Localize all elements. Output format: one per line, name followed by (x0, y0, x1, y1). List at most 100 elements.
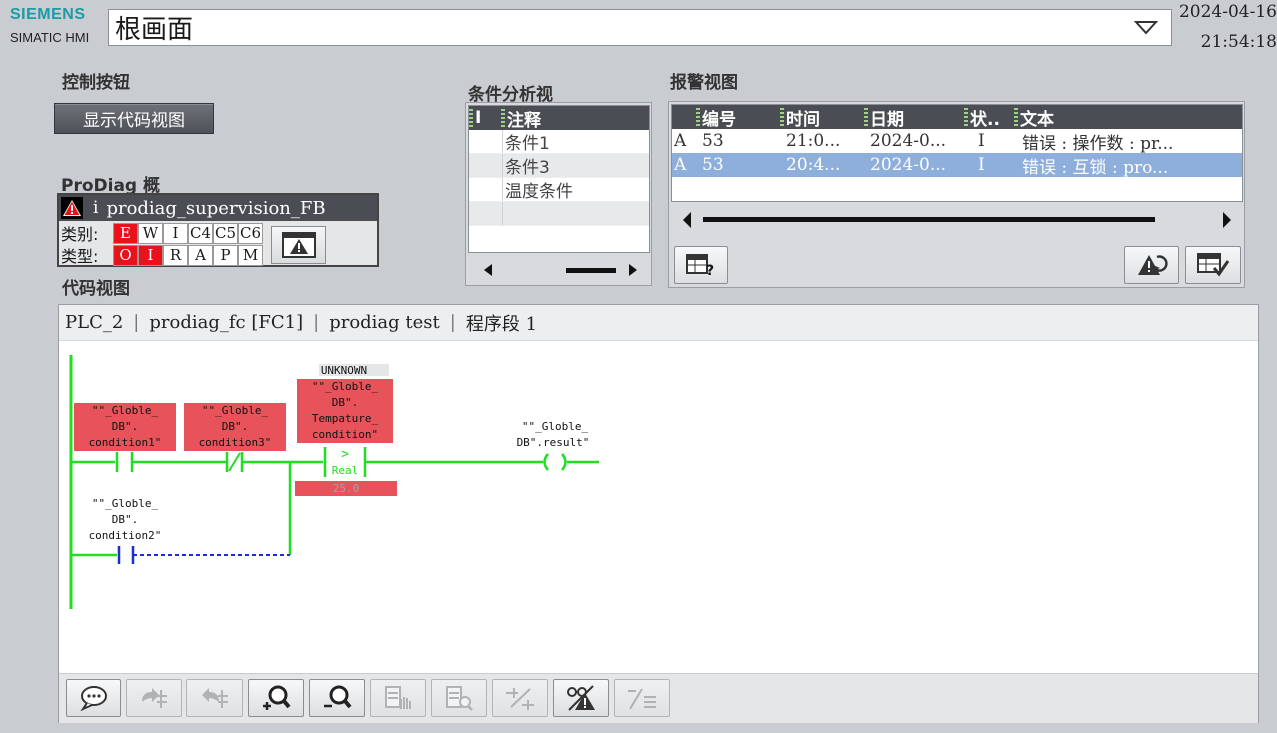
prodiag-header: i prodiag_supervision_FB (59, 195, 377, 221)
search-operand-button[interactable] (431, 679, 487, 717)
column-header[interactable]: 日期 (864, 105, 964, 130)
operand-line: DB". (222, 420, 249, 433)
operand-line: Tempature_ (312, 412, 379, 425)
info-text-button[interactable]: ? (674, 246, 728, 284)
control-section-title: 控制按钮 (62, 73, 130, 93)
breadcrumb-title[interactable]: prodiag test (329, 312, 440, 333)
alarm-number: 53 (702, 131, 724, 151)
jump-back-icon (201, 688, 228, 708)
type-cell[interactable]: O (113, 244, 138, 266)
scroll-thumb (566, 268, 616, 273)
horizontal-scrollbar[interactable] (474, 261, 644, 279)
compare-instruction[interactable]: UNKNOWN ""_Globle_ DB". Tempature_ condi… (295, 364, 397, 496)
alarm-table-header: 编号 时间 日期 状.. 文本 (672, 105, 1242, 129)
screen-selector[interactable]: 根画面 (108, 9, 1172, 46)
comment-button[interactable] (66, 679, 121, 717)
siemens-logo: SIEMENS (10, 6, 86, 23)
column-header[interactable]: 编号 (696, 105, 780, 130)
table-check-icon (1197, 253, 1230, 277)
operand-list-button[interactable] (614, 679, 670, 717)
condition-comment: 条件3 (505, 158, 550, 178)
contact-slash-icon (506, 688, 534, 710)
slash-list-icon (628, 688, 656, 710)
code-view: PLC_2 | prodiag_fc [FC1] | prodiag test … (58, 304, 1259, 723)
date-display: 2024-04-16 (1178, 2, 1277, 22)
prodiag-overview[interactable]: i prodiag_supervision_FB 类别: E W I C4 C5… (57, 193, 379, 267)
show-code-view-button[interactable]: 显示代码视图 (54, 103, 214, 134)
column-header[interactable]: 时间 (780, 105, 864, 130)
type-label: 类型: (61, 247, 99, 266)
alarm-time: 21:0... (786, 131, 841, 151)
column-header[interactable]: 文本 (1014, 105, 1234, 130)
type-cell[interactable]: M (238, 244, 263, 266)
scroll-left-icon (683, 212, 691, 228)
breadcrumb-network[interactable]: 程序段 1 (466, 310, 537, 336)
condition-comment: 温度条件 (505, 182, 573, 202)
table-row[interactable]: 温度条件 (469, 178, 649, 202)
zoom-out-button[interactable] (309, 679, 365, 717)
table-row[interactable]: 条件1 (469, 130, 649, 154)
category-cell[interactable]: C6 (238, 222, 263, 244)
table-row[interactable]: 条件3 (469, 154, 649, 178)
alarm-section-title: 报警视图 (670, 73, 738, 93)
category-cell[interactable]: C4 (188, 222, 213, 244)
type-cell[interactable]: R (163, 244, 188, 266)
category-cell[interactable]: W (138, 222, 163, 244)
acknowledge-button[interactable] (1185, 246, 1241, 284)
scroll-left-icon (484, 264, 492, 276)
column-header[interactable]: I (469, 108, 501, 128)
category-cell[interactable]: E (113, 222, 138, 244)
category-cell[interactable]: I (163, 222, 188, 244)
type-cell[interactable]: I (138, 244, 163, 266)
pan-view-button[interactable] (370, 679, 426, 717)
type-cell[interactable]: A (188, 244, 213, 266)
next-network-button[interactable] (126, 679, 182, 717)
table-row-selected[interactable]: A 53 20:4... 2024-0... I 错误 : 互锁 : pro..… (672, 153, 1242, 178)
type-row: 类型: O I R A P M (61, 244, 263, 266)
unknown-label: UNKNOWN (321, 364, 367, 377)
speech-bubble-icon (79, 686, 107, 711)
product-name: SIMATIC HMI (10, 30, 90, 45)
loop-in-alarm-button[interactable] (1124, 246, 1179, 284)
operand-line: ""_Globle_ (92, 497, 159, 510)
alarm-state: I (978, 131, 985, 151)
alarm-view: 编号 时间 日期 状.. 文本 A 53 21:0... 2024-0... I… (668, 101, 1245, 288)
time-display: 21:54:18 (1200, 32, 1277, 52)
operand-line: DB".result" (517, 436, 590, 449)
category-row: 类别: E W I C4 C5 C6 (61, 222, 263, 244)
operand-line: DB". (112, 513, 139, 526)
type-cell[interactable]: P (213, 244, 238, 266)
column-header[interactable]: 状.. (964, 105, 1014, 130)
breadcrumb-plc[interactable]: PLC_2 (65, 312, 123, 333)
table-row[interactable]: A 53 21:0... 2024-0... I 错误 : 操作数 : pr..… (672, 129, 1242, 154)
previous-network-button[interactable] (186, 679, 243, 717)
breadcrumb: PLC_2 | prodiag_fc [FC1] | prodiag test … (59, 305, 1258, 341)
supervision-name: prodiag_supervision_FB (106, 197, 326, 219)
alarm-table[interactable]: 编号 时间 日期 状.. 文本 A 53 21:0... 2024-0... I… (671, 104, 1243, 202)
ladder-diagram[interactable]: ""_Globle_ DB". condition1" ""_Globle_ D… (59, 341, 1258, 673)
column-header[interactable]: 注释 (501, 106, 641, 131)
scroll-right-icon (629, 264, 637, 276)
zoom-in-button[interactable] (248, 679, 304, 717)
category-label: 类别: (61, 225, 99, 244)
condition-comment: 条件1 (505, 134, 550, 154)
table-row[interactable] (469, 202, 649, 226)
category-cell[interactable]: C5 (213, 222, 238, 244)
alarm-state: I (978, 155, 985, 175)
alarm-time: 20:4... (786, 155, 841, 175)
scroll-right-icon (1223, 212, 1231, 228)
alarm-text: 错误 : 操作数 : pr... (1022, 133, 1174, 154)
breadcrumb-block[interactable]: prodiag_fc [FC1] (149, 312, 303, 333)
display-mode-button[interactable] (492, 679, 548, 717)
condition-table[interactable]: I 注释 条件1 条件3 温度条件 (468, 105, 650, 253)
operand-line: condition" (312, 428, 378, 441)
glasses-alarm-icon (567, 685, 595, 711)
horizontal-scrollbar[interactable] (681, 210, 1233, 230)
operand-line: ""_Globle_ (202, 404, 269, 417)
alarm-date: 2024-0... (870, 131, 947, 151)
open-alarm-button[interactable] (271, 226, 326, 264)
alarm-filter-button[interactable] (553, 679, 609, 717)
alarm-text: 错误 : 互锁 : pro... (1022, 157, 1169, 178)
compare-value: 25.0 (333, 482, 360, 495)
scroll-thumb (703, 217, 1155, 222)
